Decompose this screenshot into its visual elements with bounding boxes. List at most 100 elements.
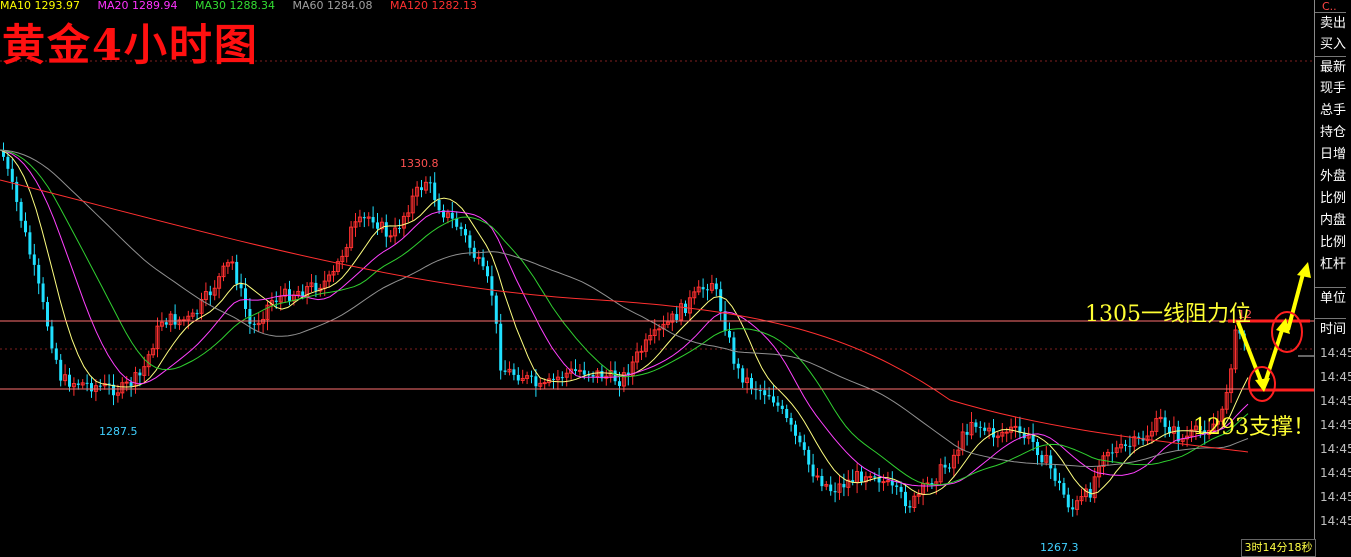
- candle-body: [464, 229, 467, 236]
- candle-body: [129, 382, 133, 387]
- candle-body: [591, 374, 595, 377]
- candle-body: [895, 485, 899, 487]
- candle-body: [1053, 468, 1057, 481]
- sidebar-item-ratio-b: 比例: [1320, 235, 1347, 250]
- sidebar-top-value: C..: [1322, 0, 1337, 13]
- candle-body: [24, 220, 27, 233]
- sidebar-time-row: 14:45: [1320, 346, 1351, 360]
- candle-body: [904, 491, 907, 507]
- candle-body: [490, 276, 494, 296]
- ma60-line: [0, 149, 1249, 468]
- candle-body: [675, 314, 679, 320]
- sidebar-time-row: 14:45: [1320, 490, 1351, 504]
- candle-body: [10, 168, 14, 182]
- candle-body: [420, 187, 423, 191]
- candle-body: [763, 390, 767, 396]
- candle-body: [388, 235, 393, 238]
- candle-body: [376, 222, 379, 229]
- candle-body: [252, 323, 256, 325]
- candle-body: [701, 287, 705, 290]
- candle-body: [881, 481, 886, 484]
- sidebar-time-row: 14:45: [1320, 442, 1351, 456]
- candle-body: [758, 390, 762, 392]
- candle-body: [59, 359, 63, 381]
- candle-body: [789, 417, 793, 425]
- candle-body: [19, 201, 23, 221]
- candle-body: [1004, 431, 1009, 434]
- candle-body: [455, 218, 459, 227]
- candle-body: [398, 228, 401, 230]
- candle-body: [274, 300, 278, 302]
- candle-body: [1066, 494, 1070, 508]
- candle-body: [384, 222, 388, 237]
- candle-body: [50, 326, 54, 349]
- candle-body: [807, 449, 811, 465]
- candle-body: [983, 427, 987, 431]
- candle-body: [468, 235, 472, 248]
- candle-body: [802, 442, 806, 450]
- sidebar-item-inner-volume: 内盘: [1320, 213, 1347, 228]
- candle-body: [1110, 452, 1114, 454]
- candle-body: [965, 431, 969, 435]
- candle-body: [815, 475, 820, 478]
- candle-body: [450, 212, 454, 219]
- sidebar-item-current-volume: 现手: [1320, 81, 1347, 96]
- ma30-label: MA30 1288.34: [195, 0, 275, 12]
- candle-body: [899, 486, 903, 492]
- chart-canvas: [0, 60, 1314, 517]
- candle-body: [437, 199, 441, 211]
- candle-body: [974, 422, 978, 427]
- candle-body: [476, 256, 481, 259]
- candle-body: [719, 289, 723, 312]
- candle-body: [428, 182, 432, 184]
- ma60-label: MA60 1284.08: [292, 0, 373, 12]
- sidebar-time-row: 14:45: [1320, 394, 1351, 408]
- candle-body: [618, 381, 621, 387]
- sidebar-item-last: 最新: [1315, 56, 1347, 79]
- ma10-label: MA10 1293.97: [0, 0, 80, 12]
- low-price-label-left: 1287.5: [99, 425, 138, 438]
- candle-body: [948, 467, 951, 469]
- sidebar-item-unit: 单位: [1315, 287, 1347, 310]
- candle-body: [798, 435, 802, 443]
- candle-body: [577, 369, 582, 372]
- candle-body: [301, 291, 305, 297]
- ma10-line: [0, 149, 1249, 496]
- candle-body: [68, 374, 71, 387]
- sidebar-time-row: 14:45: [1320, 466, 1351, 480]
- candle-body: [574, 369, 577, 371]
- candle-body: [860, 471, 863, 482]
- candle-body: [772, 396, 775, 403]
- candle-body: [164, 322, 168, 325]
- sidebar-item-buy[interactable]: 买入: [1315, 34, 1346, 56]
- quote-sidebar: 卖出 买入 最新 现手 总手 持仓 日增 外盘 比例 内盘 比例 杠杆 单位 时间 14:45 14:45 1…: [1314, 0, 1351, 556]
- candle-body: [481, 257, 485, 267]
- candle-body: [706, 289, 709, 291]
- candles: [2, 142, 1246, 517]
- candle-body: [494, 295, 498, 324]
- candle-body: [46, 302, 49, 327]
- candle-body: [714, 283, 718, 290]
- candle-body: [890, 480, 894, 486]
- candle-body: [842, 483, 846, 488]
- candle-body: [1013, 425, 1018, 428]
- candle-body: [1163, 417, 1167, 427]
- chart-title: 黄金4小时图: [2, 21, 259, 71]
- candle-body: [1071, 507, 1075, 510]
- resistance-annotation: 1305一线阻力位: [1085, 302, 1251, 327]
- candle-body: [552, 378, 555, 380]
- countdown-timer: 3时14分18秒: [1241, 539, 1316, 557]
- low-price-label-right: 1267.3: [1040, 541, 1079, 554]
- candle-body: [582, 370, 586, 375]
- candle-body: [741, 368, 745, 383]
- candlestick-chart[interactable]: MA10 1293.97 MA20 1289.94 MA30 1288.34 M…: [0, 0, 1314, 556]
- sidebar-item-sell[interactable]: 卖出: [1315, 12, 1347, 35]
- candle-body: [820, 476, 824, 487]
- candle-body: [530, 375, 533, 377]
- candle-body: [868, 475, 873, 478]
- candle-body: [499, 323, 503, 371]
- sidebar-time-row: 14:45: [1320, 514, 1351, 528]
- candle-body: [542, 382, 547, 385]
- high-price-label: 1330.8: [400, 157, 439, 170]
- up-arrowhead-2: [1297, 262, 1311, 278]
